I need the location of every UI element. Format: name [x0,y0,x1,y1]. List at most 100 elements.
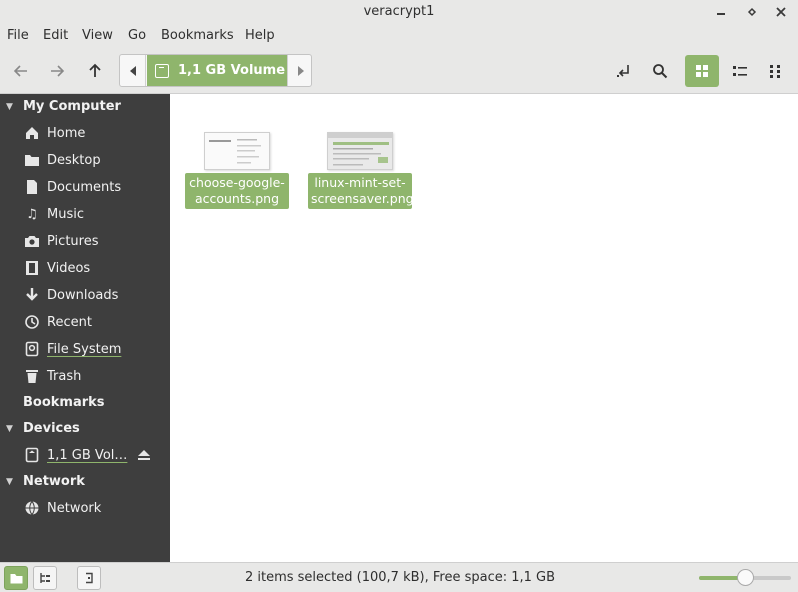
minimize-button[interactable] [712,3,730,21]
maximize-icon [747,7,757,17]
path-crumb-current[interactable]: 1,1 GB Volume [147,55,287,86]
status-bar: 2 items selected (100,7 kB), Free space:… [0,562,798,592]
icon-view-button[interactable] [685,55,719,87]
sidebar-item-recent[interactable]: Recent [24,311,92,333]
arrow-up-icon [89,63,101,77]
sidebar-item-label: File System [47,341,122,357]
film-icon [24,260,40,276]
file-name: choose-google- accounts.png [185,173,289,209]
sidebar-section-bookmarks[interactable]: Bookmarks [23,395,105,410]
eject-icon [138,450,150,460]
minimize-icon [717,13,725,15]
file-item[interactable]: linux-mint-set- screensaver.png [308,132,414,209]
file-item[interactable]: choose-google- accounts.png [185,132,289,209]
menu-file[interactable]: File [7,28,29,43]
sidebar-section-title: Bookmarks [23,395,105,410]
grid-view-icon [696,65,708,77]
menu-help[interactable]: Help [245,28,275,43]
status-text: 2 items selected (100,7 kB), Free space:… [244,570,556,585]
compact-view-button[interactable] [759,55,793,87]
path-scroll-right[interactable] [287,55,313,86]
show-places-button[interactable] [4,566,28,590]
file-name-line: accounts.png [194,191,280,206]
sidebar-item-volume[interactable]: 1,1 GB Vol… [24,444,154,466]
sidebar-item-music[interactable]: ♫ Music [24,203,84,225]
file-name-line: choose-google- [189,175,285,190]
sidebar-toggle-icon [86,572,93,584]
file-view[interactable]: choose-google- accounts.png linux-mint-s… [170,94,798,562]
close-button[interactable] [772,3,790,21]
eject-button[interactable] [137,449,151,465]
hide-sidebar-button[interactable] [77,566,101,590]
path-bar: 1,1 GB Volume [119,54,312,87]
recent-icon [24,314,40,330]
chevron-down-icon: ▼ [6,423,13,434]
sidebar-item-label: Network [47,500,102,516]
sidebar-item-label: Music [47,206,84,222]
sidebar-item-documents[interactable]: Documents [24,176,121,198]
sidebar-item-label: Documents [47,179,122,195]
toolbar: 1,1 GB Volume [0,48,798,94]
sidebar-item-label: Pictures [47,233,99,249]
list-view-button[interactable] [723,55,757,87]
download-icon [24,287,40,303]
close-icon [776,7,786,17]
title-bar: veracrypt1 [0,0,798,24]
window-title: veracrypt1 [363,4,435,19]
menu-bar: File Edit View Go Bookmarks Help [0,24,798,48]
back-button[interactable] [4,55,38,87]
chevron-down-icon: ▼ [6,101,13,112]
sidebar-item-desktop[interactable]: Desktop [24,149,101,171]
maximize-button[interactable] [743,3,761,21]
sidebar-item-label: Desktop [47,152,101,168]
search-button[interactable] [643,55,677,87]
tree-view-icon [40,573,50,583]
path-crumb-label: 1,1 GB Volume [178,63,286,78]
sidebar-item-pictures[interactable]: Pictures [24,230,98,252]
sidebar-item-label: Home [47,125,86,141]
sidebar-item-file-system[interactable]: File System [24,338,121,360]
location-entry-icon [617,65,629,77]
drive-icon [24,447,40,463]
toggle-location-button[interactable] [607,55,641,87]
sidebar-item-trash[interactable]: Trash [24,365,81,387]
drive-icon [24,341,40,357]
sidebar-item-label: 1,1 GB Vol… [47,447,128,463]
sidebar-section-my-computer[interactable]: ▼ My Computer [6,99,121,114]
sidebar-section-network[interactable]: ▼ Network [6,474,85,489]
sidebar-item-home[interactable]: Home [24,122,85,144]
menu-go[interactable]: Go [128,28,146,43]
zoom-slider-handle[interactable] [737,569,754,586]
caret-left-icon [129,65,136,76]
menu-edit[interactable]: Edit [43,28,68,43]
caret-right-icon [297,65,304,76]
compact-view-icon [770,65,780,78]
document-icon [24,179,40,195]
zoom-slider[interactable] [699,569,791,586]
sidebar-section-title: My Computer [23,99,121,114]
arrow-right-icon [51,65,65,77]
menu-bookmarks[interactable]: Bookmarks [161,28,234,43]
file-thumbnail [204,132,270,170]
file-name-line: screensaver.png [311,191,414,206]
drive-icon [155,63,169,78]
sidebar-section-devices[interactable]: ▼ Devices [6,421,80,436]
sidebar-section-title: Network [23,474,85,489]
file-thumbnail [327,132,393,170]
sidebar-item-label: Downloads [47,287,119,303]
show-treeview-button[interactable] [33,566,57,590]
chevron-down-icon: ▼ [6,476,13,487]
sidebar-item-downloads[interactable]: Downloads [24,284,118,306]
sidebar-item-label: Recent [47,314,92,330]
sidebar-item-network[interactable]: Network [24,497,101,519]
path-scroll-left[interactable] [120,55,146,86]
home-icon [24,125,40,141]
sidebar-item-videos[interactable]: Videos [24,257,90,279]
menu-view[interactable]: View [82,28,113,43]
trash-icon [24,368,40,384]
sidebar-item-label: Trash [47,368,82,384]
network-icon [24,500,40,516]
forward-button[interactable] [40,55,74,87]
file-name-line: linux-mint-set- [314,175,406,190]
up-button[interactable] [78,55,112,87]
